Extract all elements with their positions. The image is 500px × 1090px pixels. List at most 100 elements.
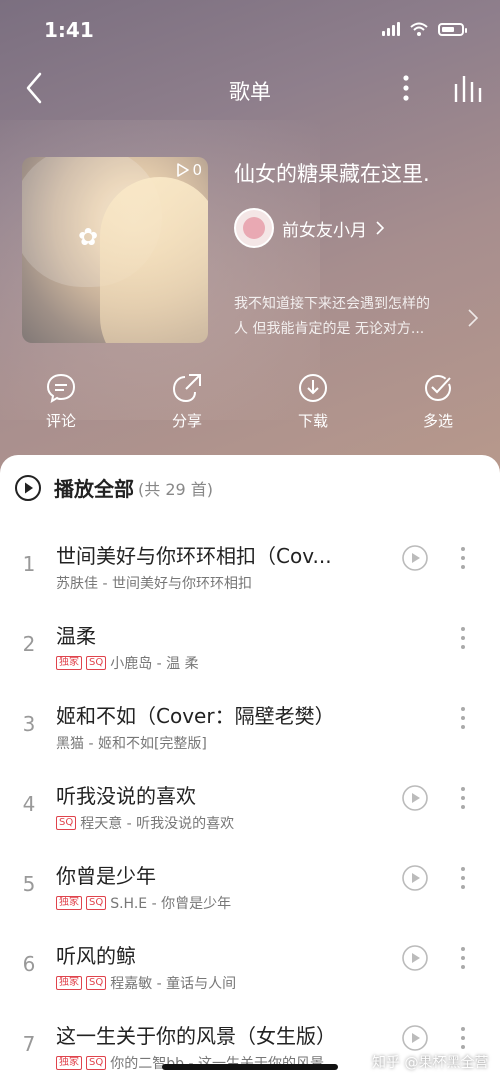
battery-icon [438,22,467,36]
status-time: 1:41 [44,18,94,42]
exclusive-badge: 独家 [56,1056,82,1070]
download-button[interactable]: 下载 [273,372,353,431]
status-bar: 1:41 [0,0,500,60]
flower-icon: ✿ [78,223,99,251]
more-vertical-icon[interactable] [456,784,470,812]
action-bar: 评论 分享 下载 多选 [0,372,500,442]
song-count: (共 29 首) [138,479,214,499]
song-index: 1 [22,552,36,576]
song-title: 这一生关于你的风景（女生版） [56,1024,336,1048]
play-all-label: 播放全部 [54,477,134,501]
video-play-icon[interactable] [401,544,429,572]
list-item[interactable]: 3 姬和不如（Cover：隔壁老樊） 黑猫 - 姬和不如[完整版] [0,690,500,770]
more-vertical-icon[interactable] [394,70,418,106]
description-line: 我不知道接下来还会遇到怎样的 [234,296,430,312]
multiselect-button[interactable]: 多选 [398,372,478,431]
play-count-value: 0 [192,161,202,179]
song-subtitle: 独家 SQ 程嘉敏 - 童话与人间 [56,973,236,993]
sq-badge: SQ [86,1056,107,1070]
play-all-button[interactable]: 播放全部 (共 29 首) [14,473,213,502]
comment-button[interactable]: 评论 [21,372,101,431]
exclusive-badge: 独家 [56,656,82,670]
watermark: 知乎 @果杯黑全营 [372,1055,489,1071]
page-title: 歌单 [229,80,271,104]
video-play-icon[interactable] [401,944,429,972]
share-label: 分享 [171,412,202,430]
comment-label: 评论 [45,412,76,430]
list-item[interactable]: 1 世间美好与你环环相扣（Cov... 苏肤佳 - 世间美好与你环环相扣 [0,530,500,610]
song-subtitle: 独家 SQ 小鹿岛 - 温 柔 [56,653,199,673]
download-icon [299,374,327,402]
more-vertical-icon[interactable] [456,864,470,892]
song-title: 姬和不如（Cover：隔壁老樊） [56,704,335,728]
song-index: 7 [22,1032,36,1056]
song-subtitle: SQ 程天意 - 听我没说的喜欢 [56,813,234,833]
list-item[interactable]: 6 听风的鲸 独家 SQ 程嘉敏 - 童话与人间 [0,930,500,1010]
song-artist-album: 你的二智bb - 这一生关于你的风景 [110,1056,324,1072]
sq-badge: SQ [56,816,77,830]
play-count: 0 [176,161,202,179]
playlist-description[interactable]: 我不知道接下来还会遇到怎样的 人 但我能肯定的是 无论对方... [234,292,454,342]
song-artist-album: 程天意 - 听我没说的喜欢 [80,816,235,832]
creator-link[interactable]: 前女友小月 [234,208,385,248]
home-indicator[interactable] [162,1064,338,1070]
playlist-header-background: 1:41 歌单 ✿ 0 仙女的糖果藏在这里. 前女友小月 我不知道接下来还会遇到… [0,0,500,480]
cover-figure [100,177,208,343]
equalizer-icon[interactable] [452,74,484,104]
avatar [234,208,274,248]
exclusive-badge: 独家 [56,896,82,910]
list-item[interactable]: 2 温柔 独家 SQ 小鹿岛 - 温 柔 [0,610,500,690]
sq-badge: SQ [86,896,107,910]
share-button[interactable]: 分享 [147,372,227,431]
song-index: 3 [22,712,36,736]
list-item[interactable]: 4 听我没说的喜欢 SQ 程天意 - 听我没说的喜欢 [0,770,500,850]
song-title: 听我没说的喜欢 [56,784,196,808]
chevron-right-icon[interactable] [466,306,480,330]
status-icons [382,22,467,36]
multiselect-icon [424,374,452,402]
sq-badge: SQ [86,656,107,670]
wifi-icon [410,22,428,36]
play-triangle-icon [177,163,190,177]
sq-badge: SQ [86,976,107,990]
song-artist-album: 苏肤佳 - 世间美好与你环环相扣 [56,576,252,592]
signal-icon [382,22,400,36]
song-title: 世间美好与你环环相扣（Cov... [56,544,332,568]
more-vertical-icon[interactable] [456,704,470,732]
song-artist-album: S.H.E - 你曾是少年 [110,896,232,912]
video-play-icon[interactable] [401,864,429,892]
song-index: 2 [22,632,36,656]
more-vertical-icon[interactable] [456,624,470,652]
playlist-title: 仙女的糖果藏在这里. [234,162,430,186]
song-artist-album: 小鹿岛 - 温 柔 [110,656,199,672]
song-index: 6 [22,952,36,976]
nav-bar: 歌单 [0,60,500,116]
song-artist-album: 黑猫 - 姬和不如[完整版] [56,736,207,752]
more-vertical-icon[interactable] [456,1024,470,1052]
list-item[interactable]: 5 你曾是少年 独家 SQ S.H.E - 你曾是少年 [0,850,500,930]
share-icon [172,374,201,403]
exclusive-badge: 独家 [56,976,82,990]
song-subtitle: 黑猫 - 姬和不如[完整版] [56,733,207,753]
description-line: 人 但我能肯定的是 无论对方... [234,321,425,337]
song-title: 听风的鲸 [56,944,136,968]
creator-name: 前女友小月 [282,220,367,241]
more-vertical-icon[interactable] [456,544,470,572]
song-index: 4 [22,792,36,816]
video-play-icon[interactable] [401,1024,429,1052]
download-label: 下载 [297,412,328,430]
song-subtitle: 独家 SQ S.H.E - 你曾是少年 [56,893,231,913]
song-list: 播放全部 (共 29 首) 1 世间美好与你环环相扣（Cov... 苏肤佳 - … [0,455,500,1082]
list-item[interactable]: 7 这一生关于你的风景（女生版） 独家 SQ 你的二智bb - 这一生关于你的风… [0,1010,500,1090]
song-artist-album: 程嘉敏 - 童话与人间 [110,976,237,992]
playlist-cover[interactable]: ✿ 0 [22,157,208,343]
video-play-icon[interactable] [401,784,429,812]
song-index: 5 [22,872,36,896]
song-subtitle: 苏肤佳 - 世间美好与你环环相扣 [56,573,252,593]
song-subtitle: 独家 SQ 你的二智bb - 这一生关于你的风景 [56,1053,324,1073]
more-vertical-icon[interactable] [456,944,470,972]
chevron-right-icon [376,221,385,235]
song-title: 温柔 [56,624,96,648]
comment-icon [46,373,76,404]
multiselect-label: 多选 [422,412,453,430]
